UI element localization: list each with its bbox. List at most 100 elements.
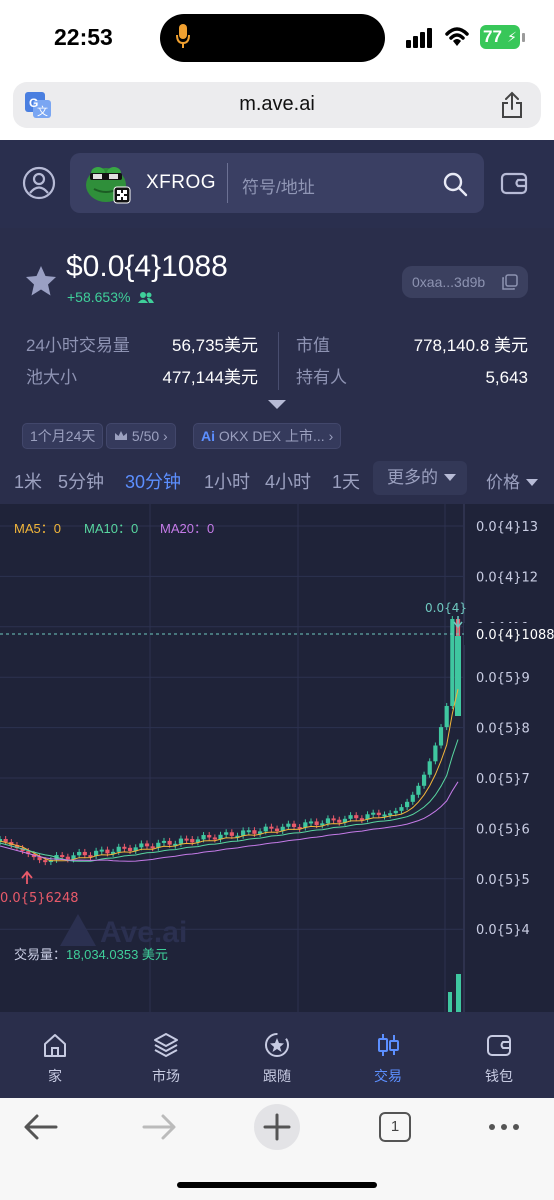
- tab-home-label: 家: [48, 1068, 62, 1084]
- volume-label-text: 交易量：: [14, 947, 67, 962]
- ma5-indicator: MA5：0: [14, 521, 61, 536]
- tf-1h[interactable]: 1小时: [204, 468, 250, 494]
- y-tick-label: 0.0{4}12: [476, 570, 538, 585]
- tab-trade[interactable]: 交易: [333, 1012, 443, 1098]
- ave-app: XFROG 符号/地址 $0.0{4}1088 +58.653% 0xaa...…: [0, 140, 554, 1098]
- more-dots-icon[interactable]: [486, 1112, 524, 1142]
- expand-caret-icon[interactable]: [268, 400, 286, 409]
- candle-body: [122, 846, 127, 849]
- tf-4h[interactable]: 4小时: [265, 468, 311, 494]
- candle-body: [60, 855, 65, 858]
- user-profile-icon[interactable]: [22, 166, 56, 200]
- candle-body: [433, 745, 438, 762]
- token-symbol: XFROG: [146, 172, 217, 193]
- price-mode-dropdown[interactable]: 价格: [486, 468, 538, 493]
- tab-wallet[interactable]: 钱包: [444, 1012, 554, 1098]
- tab-market[interactable]: 市场: [111, 1012, 221, 1098]
- back-arrow-icon[interactable]: [22, 1112, 60, 1142]
- tab-wallet-label: 钱包: [485, 1068, 513, 1084]
- candle-body: [207, 835, 212, 838]
- tab-home[interactable]: 家: [0, 1012, 110, 1098]
- holders-icon[interactable]: [138, 291, 155, 303]
- stat-holders: 持有人 5,643: [296, 366, 528, 390]
- candle-body: [246, 830, 251, 833]
- charging-bolt-icon: ⚡: [507, 29, 517, 45]
- home-icon: [44, 1034, 66, 1057]
- candle-body: [43, 860, 48, 863]
- new-tab-button[interactable]: [254, 1104, 300, 1150]
- candle-body: [291, 823, 297, 828]
- price-chart[interactable]: Ave.ai 0.0{4}130.0{4}120.0{4}10.0{5}90.0…: [0, 504, 554, 1012]
- tag-listing-text: OKX DEX 上市...: [218, 428, 325, 444]
- ai-icon: Ai: [201, 428, 215, 444]
- chevron-down-icon: [444, 474, 456, 481]
- tab-trade-label: 交易: [374, 1068, 402, 1084]
- candle-body: [178, 838, 184, 844]
- tf-1d[interactable]: 1天: [332, 468, 360, 494]
- candle-body: [325, 818, 331, 824]
- search-icon[interactable]: [442, 171, 468, 197]
- token-search-box[interactable]: XFROG 符号/地址: [70, 153, 484, 213]
- stat-mcap-label: 市值: [296, 336, 330, 355]
- y-tick-label: 0.0{5}4: [476, 923, 530, 938]
- battery-level: 77: [483, 27, 502, 46]
- candle-body: [229, 832, 234, 836]
- candle-body: [354, 815, 359, 819]
- chevron-down-icon: [526, 479, 538, 486]
- contract-address[interactable]: 0xaa...3d9b: [402, 266, 528, 298]
- token-price: $0.0{4}1088: [66, 250, 228, 284]
- favorite-star-icon[interactable]: [24, 264, 58, 298]
- tag-rank[interactable]: 5/50 ›: [106, 423, 176, 449]
- tf-5m[interactable]: 5分钟: [58, 468, 104, 494]
- tf-30m[interactable]: 30分钟: [125, 468, 181, 494]
- more-timeframes-dropdown[interactable]: 更多的: [373, 461, 467, 495]
- tag-rank-value: 5/50: [131, 428, 160, 444]
- battery-indicator: 77 ⚡: [480, 25, 520, 49]
- candle-body: [82, 851, 87, 856]
- search-divider: [227, 163, 228, 203]
- y-tick-label: 0.0{5}7: [476, 772, 530, 787]
- tab-follow[interactable]: 跟随: [222, 1012, 332, 1098]
- candle-body: [144, 843, 150, 847]
- address-bar[interactable]: G 文 m.ave.ai: [13, 82, 541, 128]
- tag-listing[interactable]: Ai OKX DEX 上市... ›: [193, 423, 342, 449]
- tab-switcher-button[interactable]: 1: [379, 1112, 411, 1142]
- ma10-indicator: MA10：0: [84, 521, 139, 536]
- tf-1m[interactable]: 1米: [14, 468, 42, 494]
- volume-value: 18,034.0353 美元: [66, 947, 168, 962]
- tag-age[interactable]: 1个月24天: [22, 423, 104, 449]
- share-icon[interactable]: [501, 91, 523, 119]
- token-avatar: [86, 167, 131, 204]
- candle-body: [405, 801, 410, 808]
- status-bar: 22:53 77 ⚡: [0, 0, 554, 78]
- ma20-line: [0, 781, 459, 862]
- candle-body: [382, 814, 387, 817]
- low-marker-arrow: [21, 870, 33, 884]
- tab-market-label: 市场: [152, 1068, 180, 1084]
- wallet-icon[interactable]: [500, 169, 528, 197]
- forward-arrow-icon[interactable]: [140, 1112, 178, 1142]
- candle-body: [388, 813, 393, 816]
- candle-body: [77, 851, 82, 856]
- candlestick-chart[interactable]: Ave.ai 0.0{4}130.0{4}120.0{4}10.0{5}90.0…: [0, 504, 554, 1012]
- cellular-signal-icon: [406, 28, 432, 48]
- ma20-indicator: MA20：0: [160, 521, 215, 536]
- stat-volume-label: 24小时交易量: [26, 336, 130, 355]
- layers-icon: [154, 1033, 178, 1058]
- url-text[interactable]: m.ave.ai: [13, 93, 541, 116]
- follow-star-icon: [265, 1033, 289, 1057]
- candle-body: [455, 636, 461, 716]
- copy-icon[interactable]: [502, 274, 518, 290]
- candle-body: [416, 785, 421, 795]
- search-input[interactable]: 符号/地址: [242, 173, 315, 198]
- candle-body: [337, 819, 342, 823]
- stat-holders-value: 5,643: [485, 368, 528, 387]
- current-price-label: 0.0{4}1088: [476, 628, 554, 643]
- candle-body: [371, 812, 376, 815]
- candle-body: [3, 839, 8, 843]
- candle-body: [105, 849, 110, 854]
- candlestick-icon: [378, 1034, 399, 1056]
- candle-body: [399, 807, 404, 811]
- stat-volume-value: 56,735美元: [172, 336, 258, 355]
- candle-body: [37, 857, 42, 861]
